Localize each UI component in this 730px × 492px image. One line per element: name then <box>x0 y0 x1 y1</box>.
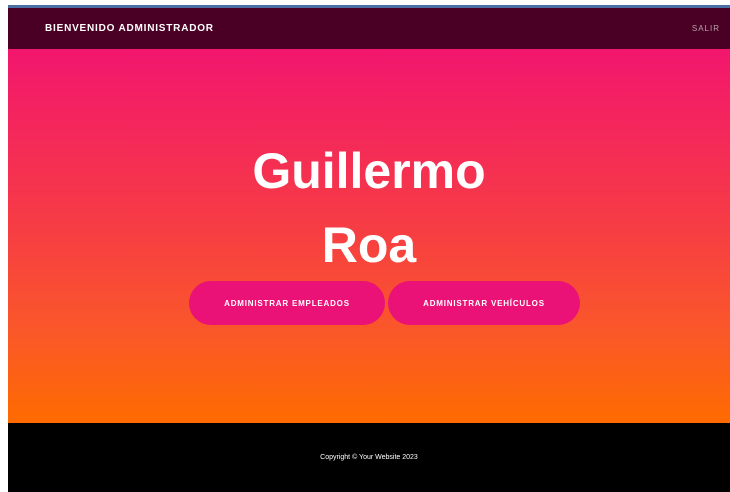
footer-copyright: Copyright © Your Website 2023 <box>320 454 418 461</box>
navbar: BIENVENIDO ADMINISTRADOR SALIR <box>8 8 730 49</box>
hero-title-last-name: Roa <box>321 217 417 273</box>
manage-employees-button[interactable]: ADMINISTRAR EMPLEADOS <box>189 281 385 325</box>
hero-section: Guillermo Roa ADMINISTRAR EMPLEADOS ADMI… <box>8 49 730 423</box>
logout-link[interactable]: SALIR <box>692 24 720 33</box>
hero-title-first-name: Guillermo <box>252 143 486 199</box>
manage-vehicles-button[interactable]: ADMINISTRAR VEHÍCULOS <box>388 281 580 325</box>
footer: Copyright © Your Website 2023 <box>8 423 730 492</box>
page: BIENVENIDO ADMINISTRADOR SALIR Guillermo… <box>0 0 730 492</box>
navbar-brand[interactable]: BIENVENIDO ADMINISTRADOR <box>45 23 214 34</box>
